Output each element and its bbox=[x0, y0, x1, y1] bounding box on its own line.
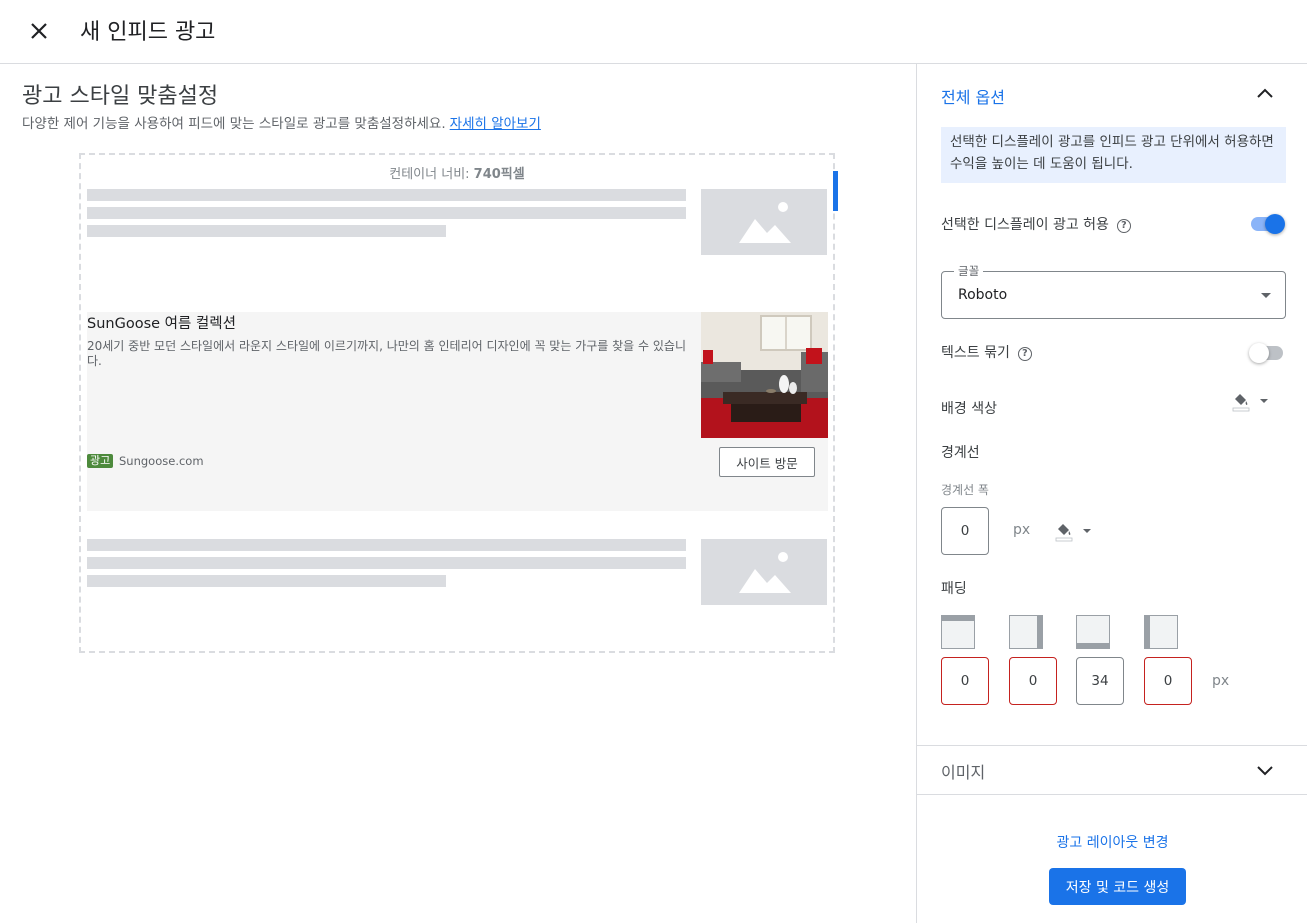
toggle-thumb bbox=[1265, 214, 1285, 234]
chevron-up-icon[interactable] bbox=[1253, 82, 1277, 106]
ad-badge: 광고 bbox=[87, 454, 114, 468]
container-width-label: 컨테이너 너비: 740픽셀 bbox=[81, 163, 833, 182]
all-options-header[interactable]: 전체 옵션 bbox=[941, 84, 1005, 108]
skeleton-line bbox=[87, 207, 686, 219]
allow-display-row: 선택한 디스플레이 광고 허용? bbox=[941, 214, 1131, 234]
container-width-value: 740픽셀 bbox=[473, 167, 525, 182]
visit-site-button[interactable]: 사이트 방문 bbox=[719, 447, 815, 477]
paint-bucket-icon bbox=[1232, 394, 1250, 412]
page-title: 새 인피드 광고 bbox=[80, 20, 216, 45]
ad-description: 20세기 중반 모던 스타일에서 라운지 스타일에 이르기까지, 나만의 홈 인… bbox=[87, 339, 686, 368]
padding-label: 패딩 bbox=[941, 581, 967, 597]
image-section-header[interactable]: 이미지 bbox=[941, 759, 985, 783]
padding-bottom-input[interactable]: 34 bbox=[1076, 657, 1124, 705]
bold-text-toggle[interactable] bbox=[1249, 340, 1285, 364]
font-select-label: 글꼴 bbox=[954, 263, 984, 279]
bold-text-label: 텍스트 묶기 bbox=[941, 345, 1010, 361]
border-color-picker[interactable] bbox=[1054, 520, 1094, 544]
skeleton-line bbox=[87, 189, 686, 201]
native-ad[interactable]: SunGoose 여름 컬렉션 20세기 중반 모던 스타일에서 라운지 스타일… bbox=[87, 312, 828, 511]
customization-area: 광고 스타일 맞춤설정 다양한 제어 기능을 사용하여 피드에 맞는 스타일로 … bbox=[0, 64, 916, 923]
section-heading: 광고 스타일 맞춤설정 bbox=[22, 84, 219, 109]
font-select[interactable]: 글꼴 Roboto bbox=[941, 263, 1286, 319]
skeleton-line bbox=[87, 539, 686, 551]
border-width-input[interactable]: 0 bbox=[941, 507, 989, 555]
padding-right-icon bbox=[1009, 615, 1043, 649]
skeleton-line bbox=[87, 225, 446, 237]
bold-text-row: 텍스트 묶기? bbox=[941, 342, 1032, 362]
skeleton-line bbox=[87, 557, 686, 569]
ad-image[interactable]: i bbox=[701, 312, 828, 438]
padding-top-icon bbox=[941, 615, 975, 649]
dropdown-arrow-icon bbox=[1261, 293, 1271, 298]
padding-unit: px bbox=[1212, 673, 1230, 689]
paint-bucket-icon bbox=[1055, 524, 1073, 542]
allow-display-toggle[interactable] bbox=[1249, 211, 1285, 235]
padding-top-input[interactable]: 0 bbox=[941, 657, 989, 705]
ad-domain[interactable]: Sungoose.com bbox=[119, 454, 204, 468]
help-icon[interactable]: ? bbox=[1017, 347, 1032, 361]
preview-scrollbar[interactable] bbox=[833, 171, 838, 211]
info-box: 선택한 디스플레이 광고를 인피드 광고 단위에서 허용하면 수익을 높이는 데… bbox=[941, 127, 1286, 183]
container-width-prefix: 컨테이너 너비: bbox=[389, 167, 474, 182]
learn-more-link[interactable]: 자세히 알아보기 bbox=[450, 116, 541, 132]
padding-bottom-icon bbox=[1076, 615, 1110, 649]
ad-title[interactable]: SunGoose 여름 컬렉션 bbox=[87, 312, 236, 333]
top-bar: 새 인피드 광고 bbox=[0, 0, 1307, 64]
chevron-down-icon[interactable] bbox=[1253, 758, 1277, 782]
ad-preview: 컨테이너 너비: 740픽셀 SunGoose 여름 컬렉션 20세기 중반 모… bbox=[79, 153, 838, 653]
save-and-generate-button[interactable]: 저장 및 코드 생성 bbox=[1049, 868, 1186, 905]
image-placeholder-icon bbox=[701, 189, 827, 255]
background-color-label: 배경 색상 bbox=[941, 401, 997, 417]
subtitle-text: 다양한 제어 기능을 사용하여 피드에 맞는 스타일로 광고를 맞춤설정하세요. bbox=[22, 116, 446, 132]
toggle-thumb bbox=[1249, 343, 1269, 363]
padding-left-input[interactable]: 0 bbox=[1144, 657, 1192, 705]
background-color-picker[interactable] bbox=[1231, 390, 1271, 414]
dropdown-arrow-icon bbox=[1083, 529, 1091, 533]
padding-left-icon bbox=[1144, 615, 1178, 649]
section-subtitle: 다양한 제어 기능을 사용하여 피드에 맞는 스타일로 광고를 맞춤설정하세요.… bbox=[22, 112, 541, 132]
help-icon[interactable]: ? bbox=[1116, 219, 1131, 233]
change-layout-link[interactable]: 광고 레이아웃 변경 bbox=[917, 832, 1307, 852]
border-width-label: 경계선 폭 bbox=[941, 483, 989, 497]
allow-display-label: 선택한 디스플레이 광고 허용 bbox=[941, 217, 1109, 233]
divider bbox=[917, 794, 1307, 795]
border-width-unit: px bbox=[1013, 522, 1031, 538]
divider bbox=[917, 745, 1307, 746]
settings-panel: 전체 옵션 선택한 디스플레이 광고를 인피드 광고 단위에서 허용하면 수익을… bbox=[916, 64, 1307, 923]
border-label: 경계선 bbox=[941, 445, 980, 461]
skeleton-line bbox=[87, 575, 446, 587]
padding-right-input[interactable]: 0 bbox=[1009, 657, 1057, 705]
image-placeholder-icon bbox=[701, 539, 827, 605]
font-select-value: Roboto bbox=[958, 287, 1008, 303]
dropdown-arrow-icon bbox=[1260, 399, 1268, 403]
close-icon[interactable] bbox=[24, 16, 54, 46]
